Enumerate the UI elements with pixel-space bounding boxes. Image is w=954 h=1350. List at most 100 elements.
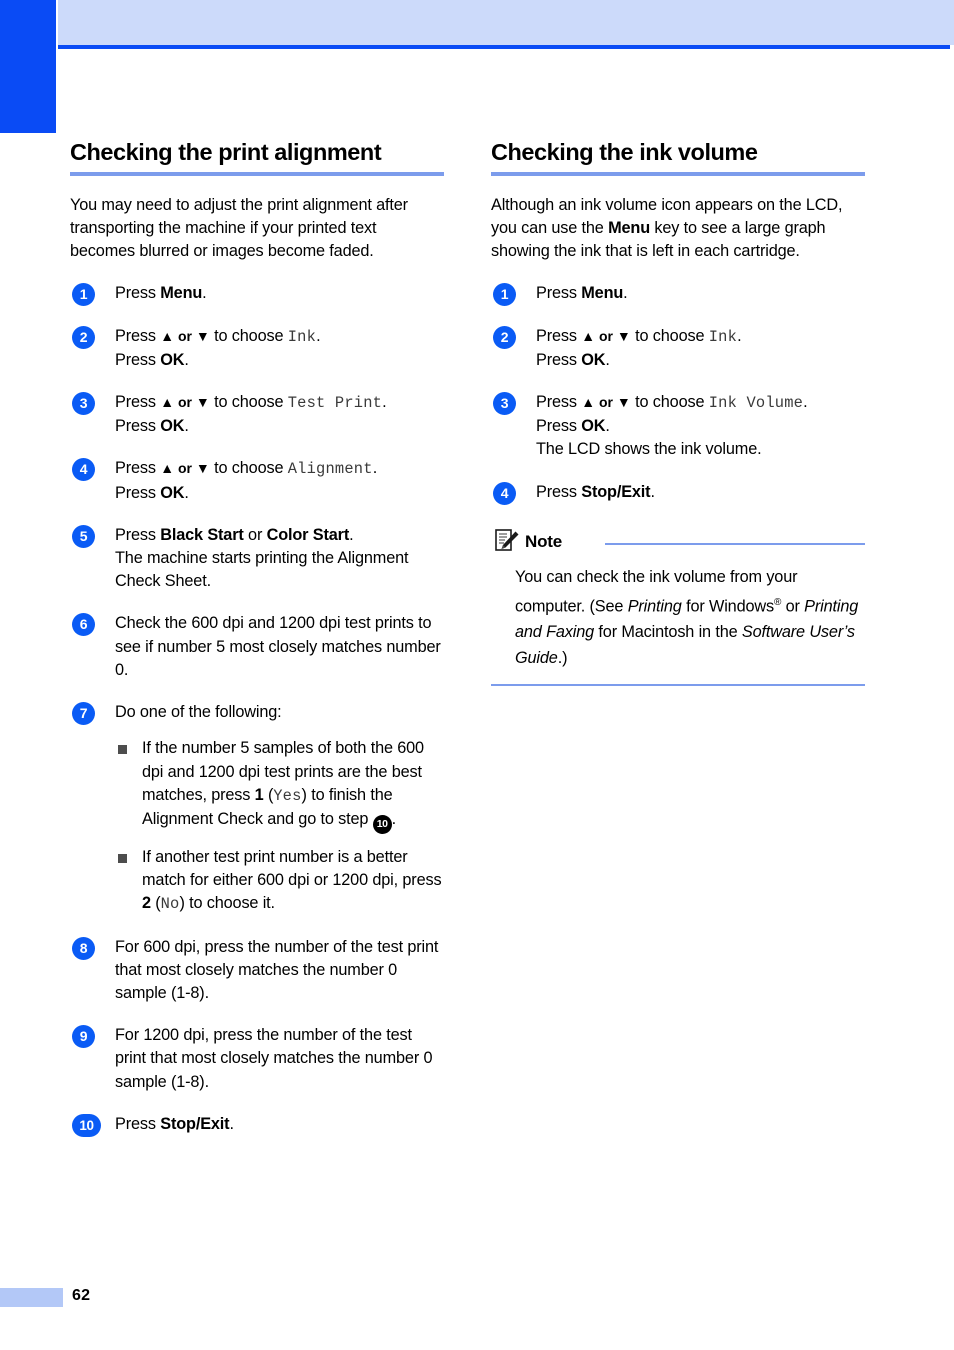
- step-item: 1 Press Menu.: [70, 282, 444, 307]
- step-text-run: .: [229, 1114, 234, 1133]
- key-name: 2: [142, 894, 151, 913]
- step-text-run: .: [650, 482, 655, 501]
- square-bullet-icon: [118, 853, 127, 863]
- key-name: Menu: [160, 284, 203, 303]
- step-item: 1 Press Menu.: [491, 282, 865, 307]
- square-bullet-icon: [118, 745, 127, 755]
- note-italic-title: Printing: [627, 597, 682, 616]
- step-badge: 8: [72, 936, 95, 960]
- key-name: OK: [581, 417, 606, 436]
- step-text-run: .: [605, 417, 610, 436]
- note-header: Note: [491, 529, 865, 560]
- note-label: Note: [525, 531, 562, 551]
- note-header-rule: [605, 542, 865, 545]
- step-text-run: Press: [115, 350, 161, 369]
- step-badge: 9: [72, 1025, 95, 1049]
- step-badge: 5: [72, 524, 95, 548]
- step-item: 3 Press ▲ or ▼ to choose Test Print. Pres…: [70, 391, 444, 438]
- step-text: Do one of the following:: [115, 703, 282, 722]
- note-text-run: .): [557, 649, 568, 668]
- step-badge: 2: [493, 325, 516, 349]
- note-text-run: or: [781, 597, 805, 616]
- arrow-keys: ▲ or ▼: [160, 327, 210, 344]
- arrow-keys: ▲ or ▼: [160, 394, 210, 411]
- lcd-text: Test Print: [287, 394, 383, 413]
- right-column: Checking the ink volume Although an ink …: [491, 139, 865, 687]
- step-text-run: .: [382, 393, 387, 412]
- step-text-run: .: [184, 417, 189, 436]
- step-text: Press ▲ or ▼ to choose Ink. Press OK.: [536, 326, 742, 369]
- step-badge: 7: [72, 702, 95, 726]
- note-footer-rule: [491, 684, 865, 687]
- step-badge: 1: [493, 283, 516, 307]
- step-text: Press ▲ or ▼ to choose Ink Volume. Press …: [536, 393, 808, 459]
- bullet-text-run: (: [263, 785, 274, 804]
- step-text: Press Stop/Exit.: [115, 1115, 234, 1133]
- title-underline-left: [70, 171, 444, 176]
- step-item: 2 Press ▲ or ▼ to choose Ink. Press OK.: [70, 325, 444, 372]
- step-text-run: Press: [115, 525, 161, 544]
- step-text-run: Press: [115, 459, 161, 478]
- step-text-run: to choose: [209, 326, 288, 345]
- step-text-run: Press: [536, 284, 582, 303]
- step-text-run: .: [184, 350, 189, 369]
- step-text-run: Press: [115, 483, 161, 502]
- step-text-run: Press: [115, 1114, 161, 1133]
- lcd-text: Ink: [287, 327, 317, 346]
- note-text-run: for Macintosh in the: [594, 623, 742, 642]
- bullet-text-run: ) to choose it.: [179, 894, 275, 913]
- step-text-run: to choose: [630, 393, 709, 412]
- step-list-right: 1 Press Menu. 2 Press ▲ or ▼ to choose I…: [491, 282, 865, 505]
- step-badge: 3: [72, 392, 95, 416]
- step-text-run: Press: [115, 417, 161, 436]
- arrow-keys: ▲ or ▼: [160, 460, 210, 477]
- bullet-text-run: .: [391, 809, 397, 828]
- step-text-run: to choose: [630, 326, 709, 345]
- key-name: Color Start: [266, 525, 350, 544]
- intro-paragraph-right: Although an ink volume icon appears on t…: [491, 194, 865, 264]
- arrow-keys: ▲ or ▼: [581, 327, 631, 344]
- step-text-run: .: [184, 483, 189, 502]
- step-text-run: .: [202, 284, 207, 303]
- title-underline-right: [491, 171, 865, 176]
- step-text: For 600 dpi, press the number of the tes…: [115, 937, 439, 1002]
- step-text-run: The LCD shows the ink volume.: [536, 440, 762, 459]
- step-badge: 10: [72, 1113, 101, 1137]
- key-name: Stop/Exit: [581, 482, 651, 501]
- key-name: OK: [160, 350, 185, 369]
- lcd-text: Ink: [708, 327, 738, 346]
- page-title-left: Checking the print alignment: [70, 139, 382, 165]
- step-text-run: The machine starts printing the Alignmen…: [115, 549, 409, 591]
- step-text-run: to choose: [209, 393, 288, 412]
- step-text-run: Press: [536, 350, 582, 369]
- step-text-run: .: [737, 326, 742, 345]
- key-name: Black Start: [160, 525, 244, 544]
- step-text-run: Press: [536, 326, 582, 345]
- step-item: 6 Check the 600 dpi and 1200 dpi test pr…: [70, 612, 444, 682]
- step-item: 2 Press ▲ or ▼ to choose Ink. Press OK.: [491, 325, 865, 372]
- step-text: Press ▲ or ▼ to choose Ink. Press OK.: [115, 326, 321, 369]
- key-name: OK: [160, 483, 185, 502]
- lcd-text: Ink Volume: [708, 394, 804, 413]
- step-text: Press ▲ or ▼ to choose Test Print. Press …: [115, 393, 387, 436]
- step-text-run: .: [316, 326, 321, 345]
- step-text: For 1200 dpi, press the number of the te…: [115, 1026, 433, 1091]
- key-name: Menu: [608, 219, 650, 238]
- key-name: Menu: [581, 284, 624, 303]
- note-block: Note You can check the ink volume from y…: [491, 529, 865, 687]
- list-item: If another test print number is a better…: [115, 846, 444, 917]
- intro-paragraph-left: You may need to adjust the print alignme…: [70, 195, 408, 261]
- step-text-run: .: [372, 459, 378, 478]
- step-badge: 3: [493, 392, 516, 416]
- step-text: Check the 600 dpi and 1200 dpi test prin…: [115, 614, 441, 679]
- step-item: 8 For 600 dpi, press the number of the t…: [70, 936, 444, 1006]
- page-number: 62: [72, 1287, 91, 1304]
- step-text-run: Press: [115, 393, 161, 412]
- step-text-run: .: [623, 284, 628, 303]
- step-text-run: Press: [536, 393, 582, 412]
- step-text-run: Press: [115, 284, 161, 303]
- step-item: 5 Press Black Start or Color Start. The m…: [70, 524, 444, 594]
- sub-bullet-list: If the number 5 samples of both the 600 …: [115, 737, 444, 916]
- lcd-text: Alignment: [287, 460, 373, 479]
- key-name: Stop/Exit: [160, 1114, 230, 1133]
